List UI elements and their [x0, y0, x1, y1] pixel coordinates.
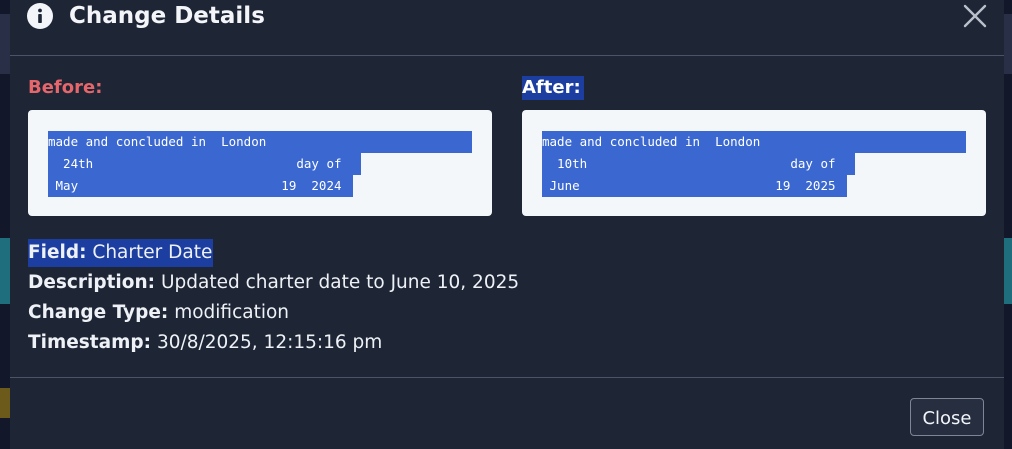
before-panel: made and concluded in London 24th day of…	[28, 110, 492, 216]
background-element	[0, 388, 10, 418]
before-code: made and concluded in London 24th day of…	[48, 131, 472, 197]
field-row: Field: Charter Date	[28, 238, 519, 268]
close-icon[interactable]	[962, 3, 988, 29]
field-label: Field:	[28, 242, 87, 263]
footer-divider	[10, 377, 1004, 378]
background-element	[1004, 238, 1012, 304]
code-line: made and concluded in London	[542, 131, 966, 153]
background-element	[0, 238, 10, 304]
change-type-row: Change Type: modification	[28, 298, 519, 328]
timestamp-value: 30/8/2025, 12:15:16 pm	[156, 332, 383, 353]
after-panel: made and concluded in London 10th day of…	[522, 110, 986, 216]
change-details-modal: Change Details Before: After: made and c…	[10, 0, 1004, 449]
code-line: 24th day of	[48, 153, 472, 175]
background-element	[0, 14, 10, 74]
change-type-label: Change Type:	[28, 302, 169, 323]
change-type-value: modification	[174, 302, 290, 323]
description-row: Description: Updated charter date to Jun…	[28, 268, 519, 298]
description-label: Description:	[28, 272, 156, 293]
background-element	[1004, 14, 1012, 74]
modal-header: Change Details	[10, 0, 1004, 56]
after-label: After:	[522, 76, 584, 100]
close-button[interactable]: Close	[910, 398, 984, 436]
timestamp-label: Timestamp:	[28, 332, 152, 353]
info-icon	[27, 3, 53, 29]
after-code: made and concluded in London 10th day of…	[542, 131, 966, 197]
code-line: June 19 2025	[542, 175, 966, 197]
change-details-list: Field: Charter Date Description: Updated…	[28, 238, 519, 358]
code-line: made and concluded in London	[48, 131, 472, 153]
field-value: Charter Date	[92, 242, 213, 263]
code-line: 10th day of	[542, 153, 966, 175]
code-line: May 19 2024	[48, 175, 472, 197]
modal-title: Change Details	[69, 3, 265, 29]
before-label: Before:	[28, 77, 103, 98]
timestamp-row: Timestamp: 30/8/2025, 12:15:16 pm	[28, 328, 519, 358]
description-value: Updated charter date to June 10, 2025	[160, 272, 520, 293]
